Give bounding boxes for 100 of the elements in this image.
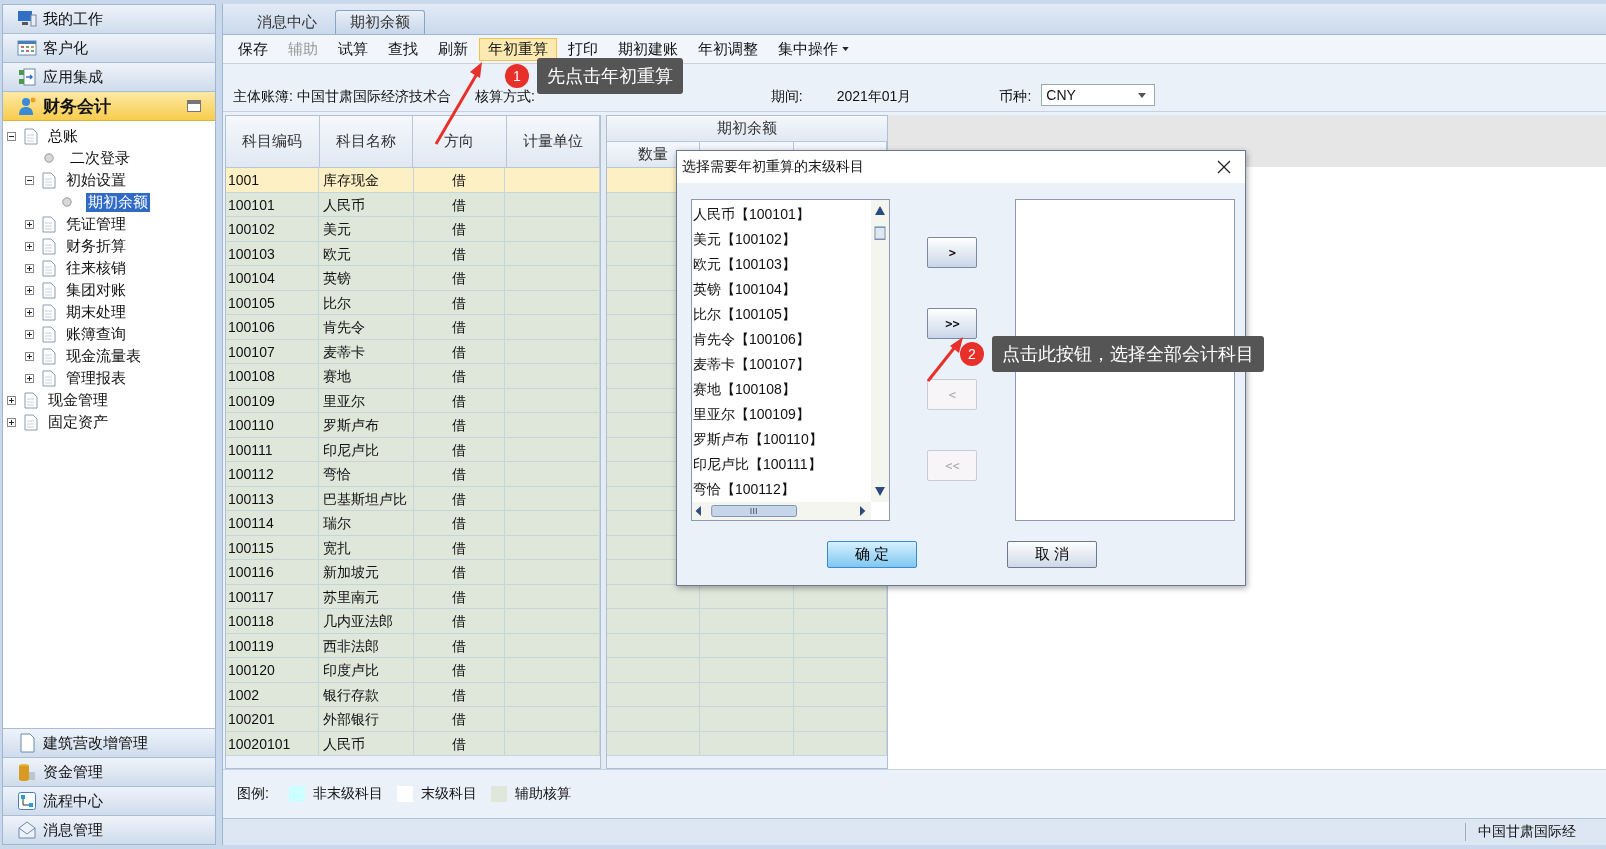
toolbar-button[interactable]: 查找 xyxy=(379,37,427,61)
table-cell: 借 xyxy=(414,315,505,340)
collapse-icon[interactable] xyxy=(7,131,16,141)
toolbar-button[interactable]: 试算 xyxy=(329,37,377,61)
expand-icon[interactable] xyxy=(7,395,16,405)
table-row[interactable]: 100111 印尼卢比 借 xyxy=(226,437,600,462)
toolbar-button[interactable]: 集中操作 xyxy=(769,37,858,61)
close-icon[interactable] xyxy=(1217,160,1231,174)
tree-item[interactable]: 财务折算 xyxy=(64,236,128,256)
cancel-button[interactable]: 取 消 xyxy=(1007,540,1097,568)
table-row[interactable]: 100105 比尔 借 xyxy=(226,290,600,315)
table-row[interactable]: 100113 巴基斯坦卢比 借 xyxy=(226,486,600,511)
table-cell: 借 xyxy=(414,707,505,732)
table-row[interactable]: 100116 新加坡元 借 xyxy=(226,560,600,585)
table-row[interactable]: 100107 麦蒂卡 借 xyxy=(226,339,600,364)
expand-icon[interactable] xyxy=(25,307,34,317)
tree-item[interactable]: 集团对账 xyxy=(64,280,128,300)
currency-select[interactable]: CNY xyxy=(1041,84,1156,106)
tree-item[interactable]: 二次登录 xyxy=(68,148,132,168)
nav-item[interactable]: 建筑营改增管理 xyxy=(3,728,215,757)
section-header[interactable]: 财务会计 xyxy=(3,92,215,121)
table-row[interactable]: 100102 美元 借 xyxy=(226,217,600,242)
table-row[interactable]: 100118 几内亚法郎 借 xyxy=(226,609,600,634)
list-item[interactable]: 欧元【100103】 xyxy=(693,252,871,277)
list-item[interactable]: 弯恰【100112】 xyxy=(693,477,871,502)
list-item[interactable]: 人民币【100101】 xyxy=(693,202,871,227)
table-cell: 100114 xyxy=(226,511,319,536)
list-item[interactable]: 印尼卢比【100111】 xyxy=(693,452,871,477)
expand-icon[interactable] xyxy=(25,219,34,229)
dialog-title: 选择需要年初重算的末级科目 xyxy=(682,158,864,176)
table-row[interactable]: 100114 瑞尔 借 xyxy=(226,511,600,536)
list-item[interactable]: 美元【100102】 xyxy=(693,227,871,252)
table-row[interactable]: 100112 弯恰 借 xyxy=(226,462,600,487)
tree-item[interactable]: 管理报表 xyxy=(64,368,128,388)
toolbar-button[interactable]: 年初重算 xyxy=(479,37,557,61)
table-row[interactable]: 100101 人民币 借 xyxy=(226,192,600,217)
nav-item[interactable]: 我的工作 xyxy=(3,5,215,34)
table-row[interactable]: 1001 库存现金 借 xyxy=(226,168,600,193)
list-item[interactable]: 麦蒂卡【100107】 xyxy=(693,352,871,377)
envelope-icon xyxy=(17,820,37,840)
table-row[interactable]: 100120 印度卢比 借 xyxy=(226,658,600,683)
nav-item[interactable]: 应用集成 xyxy=(3,63,215,92)
table-row[interactable]: 100201 外部银行 借 xyxy=(226,707,600,732)
scrollbar[interactable] xyxy=(870,200,889,502)
table-row[interactable]: 100119 西非法郎 借 xyxy=(226,633,600,658)
expand-icon[interactable] xyxy=(25,285,34,295)
expand-icon[interactable] xyxy=(25,241,34,251)
nav-item[interactable]: 消息管理 xyxy=(3,815,215,844)
table-row[interactable]: 100117 苏里南元 借 xyxy=(226,584,600,609)
nav-item[interactable]: 客户化 xyxy=(3,34,215,63)
table-cell: 借 xyxy=(414,217,505,242)
list-item[interactable]: 里亚尔【100109】 xyxy=(693,402,871,427)
expand-icon[interactable] xyxy=(25,263,34,273)
scrollbar[interactable] xyxy=(692,502,871,520)
tree-item[interactable]: 现金管理 xyxy=(46,390,110,410)
toolbar-button[interactable]: 期初建账 xyxy=(609,37,687,61)
expand-icon[interactable] xyxy=(25,351,34,361)
toolbar-button[interactable]: 打印 xyxy=(559,37,607,61)
table-row[interactable]: 100103 欧元 借 xyxy=(226,241,600,266)
nav-item[interactable]: 流程中心 xyxy=(3,786,215,815)
table-row[interactable]: 100110 罗斯卢布 借 xyxy=(226,413,600,438)
table-cell: 瑞尔 xyxy=(319,511,414,536)
table-row[interactable]: 100115 宽扎 借 xyxy=(226,535,600,560)
ok-button[interactable]: 确 定 xyxy=(827,540,917,568)
callout-tooltip: 点击此按钮，选择全部会计科目 xyxy=(992,336,1264,372)
table-row[interactable]: 100108 赛地 借 xyxy=(226,364,600,389)
tab[interactable]: 消息中心 xyxy=(243,10,331,34)
nav-item[interactable]: 资金管理 xyxy=(3,757,215,786)
toolbar-button[interactable]: 刷新 xyxy=(429,37,477,61)
tree-item[interactable]: 往来核销 xyxy=(64,258,128,278)
tree-item[interactable]: 现金流量表 xyxy=(64,346,143,366)
table-cell: 库存现金 xyxy=(319,168,414,193)
move-button[interactable]: >> xyxy=(927,308,978,339)
toolbar-button[interactable]: 保存 xyxy=(229,37,277,61)
table-row[interactable]: 100106 肯先令 借 xyxy=(226,315,600,340)
move-button[interactable]: > xyxy=(927,237,978,268)
tree-item[interactable]: 总账 xyxy=(46,126,80,146)
tree-item[interactable]: 期初余额 xyxy=(86,192,150,212)
table-row[interactable]: 100104 英镑 借 xyxy=(226,266,600,291)
tree-item[interactable]: 初始设置 xyxy=(64,170,128,190)
list-item[interactable]: 罗斯卢布【100110】 xyxy=(693,427,871,452)
list-item[interactable]: 比尔【100105】 xyxy=(693,302,871,327)
list-item[interactable]: 赛地【100108】 xyxy=(693,377,871,402)
table-row[interactable]: 10020101 人民币 借 xyxy=(226,731,600,756)
tree-item[interactable]: 账簿查询 xyxy=(64,324,128,344)
tree-item[interactable]: 凭证管理 xyxy=(64,214,128,234)
tab[interactable]: 期初余额 xyxy=(335,10,425,34)
tree-item[interactable]: 固定资产 xyxy=(46,412,110,432)
expand-icon[interactable] xyxy=(7,417,16,427)
table-row[interactable]: 1002 银行存款 借 xyxy=(226,682,600,707)
expand-icon[interactable] xyxy=(25,329,34,339)
table-row[interactable]: 100109 里亚尔 借 xyxy=(226,388,600,413)
collapse-icon[interactable] xyxy=(25,175,34,185)
tree-item[interactable]: 期末处理 xyxy=(64,302,128,322)
document-icon xyxy=(24,127,38,145)
list-item[interactable]: 肯先令【100106】 xyxy=(693,327,871,352)
list-item[interactable]: 英镑【100104】 xyxy=(693,277,871,302)
toolbar-button[interactable]: 年初调整 xyxy=(689,37,767,61)
document-icon xyxy=(42,281,56,299)
expand-icon[interactable] xyxy=(25,373,34,383)
